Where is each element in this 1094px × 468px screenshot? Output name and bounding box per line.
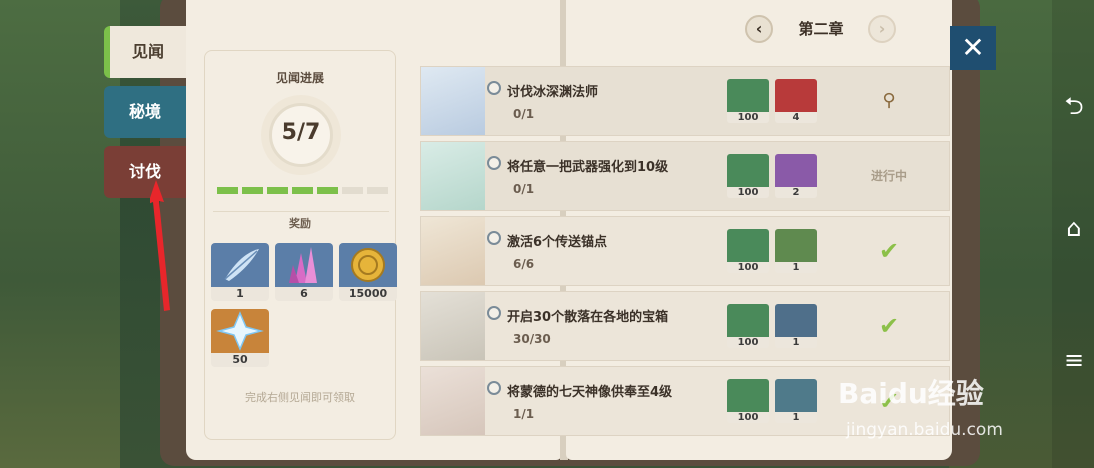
book-icon[interactable]: 4 — [775, 79, 817, 123]
reward-count: 6 — [275, 287, 333, 301]
checkmark-icon: ✔ — [878, 312, 900, 340]
quest-type-icon — [487, 231, 501, 245]
quest-title: 将蒙德的七天神像供奉至4级 — [507, 385, 673, 400]
teleport-anchor-image — [421, 217, 485, 285]
crystal-icon[interactable]: 2 — [775, 154, 817, 198]
statue-image — [421, 367, 485, 435]
chapter-prev-button[interactable]: ‹ — [745, 15, 773, 43]
quest-row[interactable]: 讨伐冰深渊法师 0/1 100 4 ⚲ — [420, 66, 950, 136]
adventure-exp-icon[interactable]: 100 — [727, 79, 769, 123]
tab-jianwen[interactable]: 见闻 — [104, 26, 186, 78]
reward-title: 奖励 — [289, 217, 311, 230]
progress-value: 5/7 — [281, 120, 321, 145]
item-count: 1 — [775, 337, 817, 348]
quest-count: 1/1 — [513, 407, 535, 421]
quest-count: 0/1 — [513, 107, 535, 121]
back-icon[interactable]: ⮌ — [1060, 92, 1088, 120]
tab-mijing[interactable]: 秘境 — [104, 86, 186, 138]
progress-segment — [217, 187, 238, 194]
primogem-icon — [211, 309, 269, 353]
mora-coin-icon — [339, 243, 397, 287]
progress-segment — [342, 187, 363, 194]
quest-count: 6/6 — [513, 257, 535, 271]
red-arrow-annotation — [150, 180, 170, 311]
system-nav-bar: ⮌ ⌂ ≡ — [1052, 0, 1094, 468]
progress-segment — [317, 187, 338, 194]
item-count: 100 — [727, 262, 769, 273]
wind-glider-icon[interactable]: 1 — [775, 229, 817, 273]
abyss-mage-image — [421, 67, 485, 135]
quest-title: 开启30个散落在各地的宝箱 — [507, 310, 669, 325]
item-count: 4 — [775, 112, 817, 123]
quest-type-icon — [487, 81, 501, 95]
background-left — [0, 0, 120, 468]
item-count: 100 — [727, 412, 769, 423]
quest-count: 30/30 — [513, 332, 551, 346]
reward-count: 15000 — [339, 287, 397, 301]
item-count: 100 — [727, 112, 769, 123]
anemo-item-icon[interactable]: 1 — [775, 379, 817, 423]
quest-row[interactable]: 开启30个散落在各地的宝箱 30/30 100 1 ✔ — [420, 291, 950, 361]
progress-segment — [242, 187, 263, 194]
adventure-exp-icon[interactable]: 100 — [727, 304, 769, 348]
close-button[interactable]: ✕ — [950, 26, 996, 70]
reward-item[interactable]: 1 — [211, 243, 269, 301]
quest-row[interactable]: 将任意一把武器强化到10级 0/1 100 2 进行中 — [420, 141, 950, 211]
item-count: 1 — [775, 262, 817, 273]
quest-type-icon — [487, 156, 501, 170]
adventure-exp-icon[interactable]: 100 — [727, 154, 769, 198]
baidu-watermark-url: jingyan.baidu.com — [846, 420, 1003, 440]
book-icon[interactable]: 1 — [775, 304, 817, 348]
chapter-next-button[interactable]: › — [868, 15, 896, 43]
reward-item[interactable]: 50 — [211, 309, 269, 367]
progress-segment — [267, 187, 288, 194]
quest-type-icon — [487, 381, 501, 395]
quest-type-icon — [487, 306, 501, 320]
item-count: 1 — [775, 412, 817, 423]
home-icon[interactable]: ⌂ — [1060, 214, 1088, 242]
progress-title: 见闻进展 — [275, 71, 324, 85]
item-count: 100 — [727, 337, 769, 348]
progress-segment — [367, 187, 388, 194]
chapter-title: 第二章 — [798, 20, 844, 38]
progress-ring: 5/7 — [269, 103, 333, 167]
quest-count: 0/1 — [513, 182, 535, 196]
weapon-image — [421, 142, 485, 210]
progress-segments — [217, 187, 388, 194]
reward-item[interactable]: 15000 — [339, 243, 397, 301]
progress-panel: 见闻进展 5/7 奖励 1 6 15000 50 完成右侧见闻即可领取 — [204, 50, 397, 440]
reward-hint: 完成右侧见闻即可领取 — [245, 391, 355, 404]
feather-icon — [211, 243, 269, 287]
adventure-exp-icon[interactable]: 100 — [727, 379, 769, 423]
quest-title: 激活6个传送锚点 — [507, 235, 608, 250]
item-count: 100 — [727, 187, 769, 198]
item-count: 2 — [775, 187, 817, 198]
crystal-icon — [275, 243, 333, 287]
divider — [213, 211, 389, 212]
checkmark-icon: ✔ — [878, 237, 900, 265]
menu-icon[interactable]: ≡ — [1060, 346, 1088, 374]
adventure-exp-icon[interactable]: 100 — [727, 229, 769, 273]
reward-item[interactable]: 6 — [275, 243, 333, 301]
quest-row[interactable]: 激活6个传送锚点 6/6 100 1 ✔ — [420, 216, 950, 286]
status-in-progress: 进行中 — [870, 169, 907, 183]
baidu-watermark: Baidu经验 — [838, 377, 984, 410]
reward-count: 1 — [211, 287, 269, 301]
quest-title: 将任意一把武器强化到10级 — [507, 160, 669, 175]
quest-title: 讨伐冰深渊法师 — [507, 85, 599, 100]
treasure-chest-image — [421, 292, 485, 360]
location-pin-icon[interactable]: ⚲ — [829, 67, 949, 135]
progress-segment — [292, 187, 313, 194]
reward-count: 50 — [211, 353, 269, 367]
